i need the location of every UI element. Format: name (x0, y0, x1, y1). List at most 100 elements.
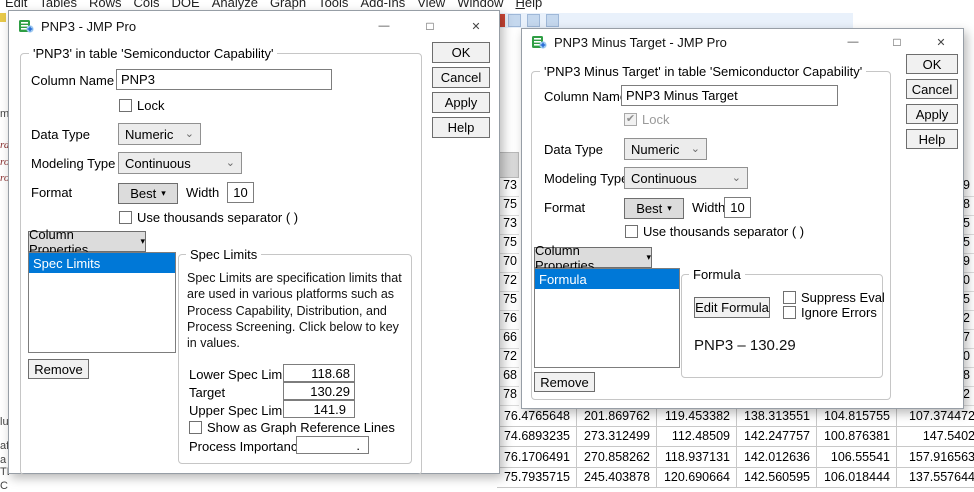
suppress-eval-label: Suppress Eval (801, 290, 885, 305)
help-button[interactable]: Help (432, 117, 490, 138)
ok-button[interactable]: OK (906, 54, 958, 74)
cancel-button[interactable]: Cancel (906, 79, 958, 99)
menu-item-edit[interactable]: Edit (5, 0, 27, 10)
chevron-down-icon: ⌄ (690, 142, 700, 155)
edit-formula-button[interactable]: Edit Formula (694, 297, 770, 318)
chevron-down-icon: ⌄ (184, 127, 194, 140)
menu-item-window[interactable]: Window (457, 0, 503, 10)
thousands-separator-label: Use thousands separator ( ) (643, 224, 805, 239)
apply-button[interactable]: Apply (432, 92, 490, 113)
show-graph-ref-checkbox[interactable] (189, 421, 202, 434)
width-input[interactable]: 10 (227, 182, 254, 203)
table-cell[interactable]: 118.937131 (657, 447, 737, 468)
table-cell[interactable]: 112.48509 (657, 426, 737, 447)
cancel-button[interactable]: Cancel (432, 67, 490, 88)
process-importance-input[interactable]: . (296, 436, 369, 454)
maximize-button[interactable]: □ (407, 11, 453, 41)
table-cell[interactable]: 273.312499 (577, 426, 657, 447)
upper-spec-limit-input[interactable]: 141.9 (283, 400, 355, 418)
dropdown-arrow-icon: ▾ (667, 203, 672, 213)
table-cell[interactable]: 142.247757 (737, 426, 817, 447)
data-type-dropdown[interactable]: Numeric ⌄ (118, 123, 201, 145)
remove-button[interactable]: Remove (534, 372, 595, 392)
menu-item-view[interactable]: View (417, 0, 445, 10)
dialog-title: PNP3 - JMP Pro (41, 18, 137, 34)
menu-item-addins[interactable]: Add-Ins (360, 0, 405, 10)
toolbar-icon (546, 14, 559, 27)
table-cell[interactable]: 74.6893235 (497, 426, 577, 447)
table-cell[interactable]: 270.858262 (577, 447, 657, 468)
ignore-errors-checkbox[interactable] (783, 306, 796, 319)
formula-group-title: Formula (689, 267, 745, 282)
table-cell[interactable]: 120.690664 (657, 467, 737, 488)
menu-item-tables[interactable]: Tables (39, 0, 77, 10)
table-cell[interactable]: 142.012636 (737, 447, 817, 468)
column-name-input[interactable]: PNP3 Minus Target (621, 85, 838, 106)
format-dropdown-button[interactable]: Best ▾ (624, 198, 684, 219)
maximize-button[interactable]: □ (875, 29, 919, 55)
list-item-formula[interactable]: Formula (535, 269, 679, 289)
menu-item-help[interactable]: Help (515, 0, 542, 10)
format-dropdown-button[interactable]: Best ▾ (118, 183, 178, 204)
menu-item-doe[interactable]: DOE (172, 0, 200, 10)
table-cell[interactable]: 104.815755 (817, 406, 897, 427)
lower-spec-limit-input[interactable]: 118.68 (283, 364, 355, 382)
table-cell[interactable]: 76.1706491 (497, 447, 577, 468)
dialog-titlebar[interactable]: PNP3 - JMP Pro — □ ✕ (9, 11, 499, 41)
close-button[interactable]: ✕ (453, 11, 499, 41)
minimize-button[interactable]: — (831, 29, 875, 55)
list-item-spec-limits[interactable]: Spec Limits (29, 253, 175, 273)
menu-item-tools[interactable]: Tools (318, 0, 348, 10)
minimize-button[interactable]: — (361, 11, 407, 41)
table-cell[interactable]: 119.453382 (657, 406, 737, 427)
menu-item-analyze[interactable]: Analyze (212, 0, 258, 10)
modeling-type-label: Modeling Type (544, 171, 629, 186)
table-cell[interactable]: 245.403878 (577, 467, 657, 488)
group-title: 'PNP3 Minus Target' in table 'Semiconduc… (540, 64, 867, 79)
sidebar-icon-fragment (0, 12, 6, 22)
thousands-separator-checkbox[interactable] (625, 225, 638, 238)
ok-button[interactable]: OK (432, 42, 490, 63)
table-cell[interactable]: 106.018444 (817, 467, 897, 488)
window-controls: — □ ✕ (361, 11, 499, 41)
thousands-separator-checkbox[interactable] (119, 211, 132, 224)
table-cell[interactable]: 75.7935715 (497, 467, 577, 488)
menu-item-cols[interactable]: Cols (134, 0, 160, 10)
remove-button[interactable]: Remove (28, 359, 89, 379)
width-input[interactable]: 10 (724, 197, 751, 218)
apply-button[interactable]: Apply (906, 104, 958, 124)
table-cell[interactable]: 142.560595 (737, 467, 817, 488)
lock-checkbox[interactable] (119, 99, 132, 112)
table-cell[interactable]: 157.916563 (897, 447, 974, 468)
table-cell[interactable]: 137.557644 (897, 468, 974, 488)
dialog-titlebar[interactable]: PNP3 Minus Target - JMP Pro — □ ✕ (522, 29, 963, 55)
table-cell[interactable]: 106.55541 (817, 447, 897, 468)
data-type-dropdown[interactable]: Numeric ⌄ (624, 138, 707, 160)
close-button[interactable]: ✕ (919, 29, 963, 55)
menu-item-rows[interactable]: Rows (89, 0, 122, 10)
properties-listbox: Spec Limits (28, 252, 176, 353)
lock-checkbox: ✔ (624, 113, 637, 126)
dropdown-arrow-icon: ▾ (646, 252, 651, 262)
table-cell[interactable]: 147.5402 (897, 427, 974, 447)
table-cell[interactable]: 107.374472 (897, 406, 974, 427)
modeling-type-dropdown[interactable]: Continuous ⌄ (624, 167, 748, 189)
target-input[interactable]: 130.29 (283, 382, 355, 400)
modeling-type-dropdown[interactable]: Continuous ⌄ (118, 152, 242, 174)
column-properties-button[interactable]: Column Properties ▾ (28, 227, 146, 257)
suppress-eval-checkbox[interactable] (783, 291, 796, 304)
table-cell[interactable]: 138.313551 (737, 406, 817, 427)
ignore-errors-label: Ignore Errors (801, 305, 877, 320)
width-label: Width (186, 185, 220, 200)
column-name-input[interactable]: PNP3 (116, 69, 332, 90)
toolbar-icon (527, 14, 540, 27)
menu-item-graph[interactable]: Graph (270, 0, 306, 10)
table-cell[interactable]: 76.4765648 (497, 406, 577, 427)
chevron-down-icon: ⌄ (225, 156, 235, 169)
table-cell[interactable]: 100.876381 (817, 426, 897, 447)
help-button[interactable]: Help (906, 129, 958, 149)
table-cell[interactable]: 201.869762 (577, 406, 657, 427)
lock-label: Lock (137, 98, 165, 113)
column-properties-button[interactable]: Column Properties ▾ (534, 243, 652, 273)
group-title: 'PNP3' in table 'Semiconductor Capabilit… (29, 46, 278, 61)
